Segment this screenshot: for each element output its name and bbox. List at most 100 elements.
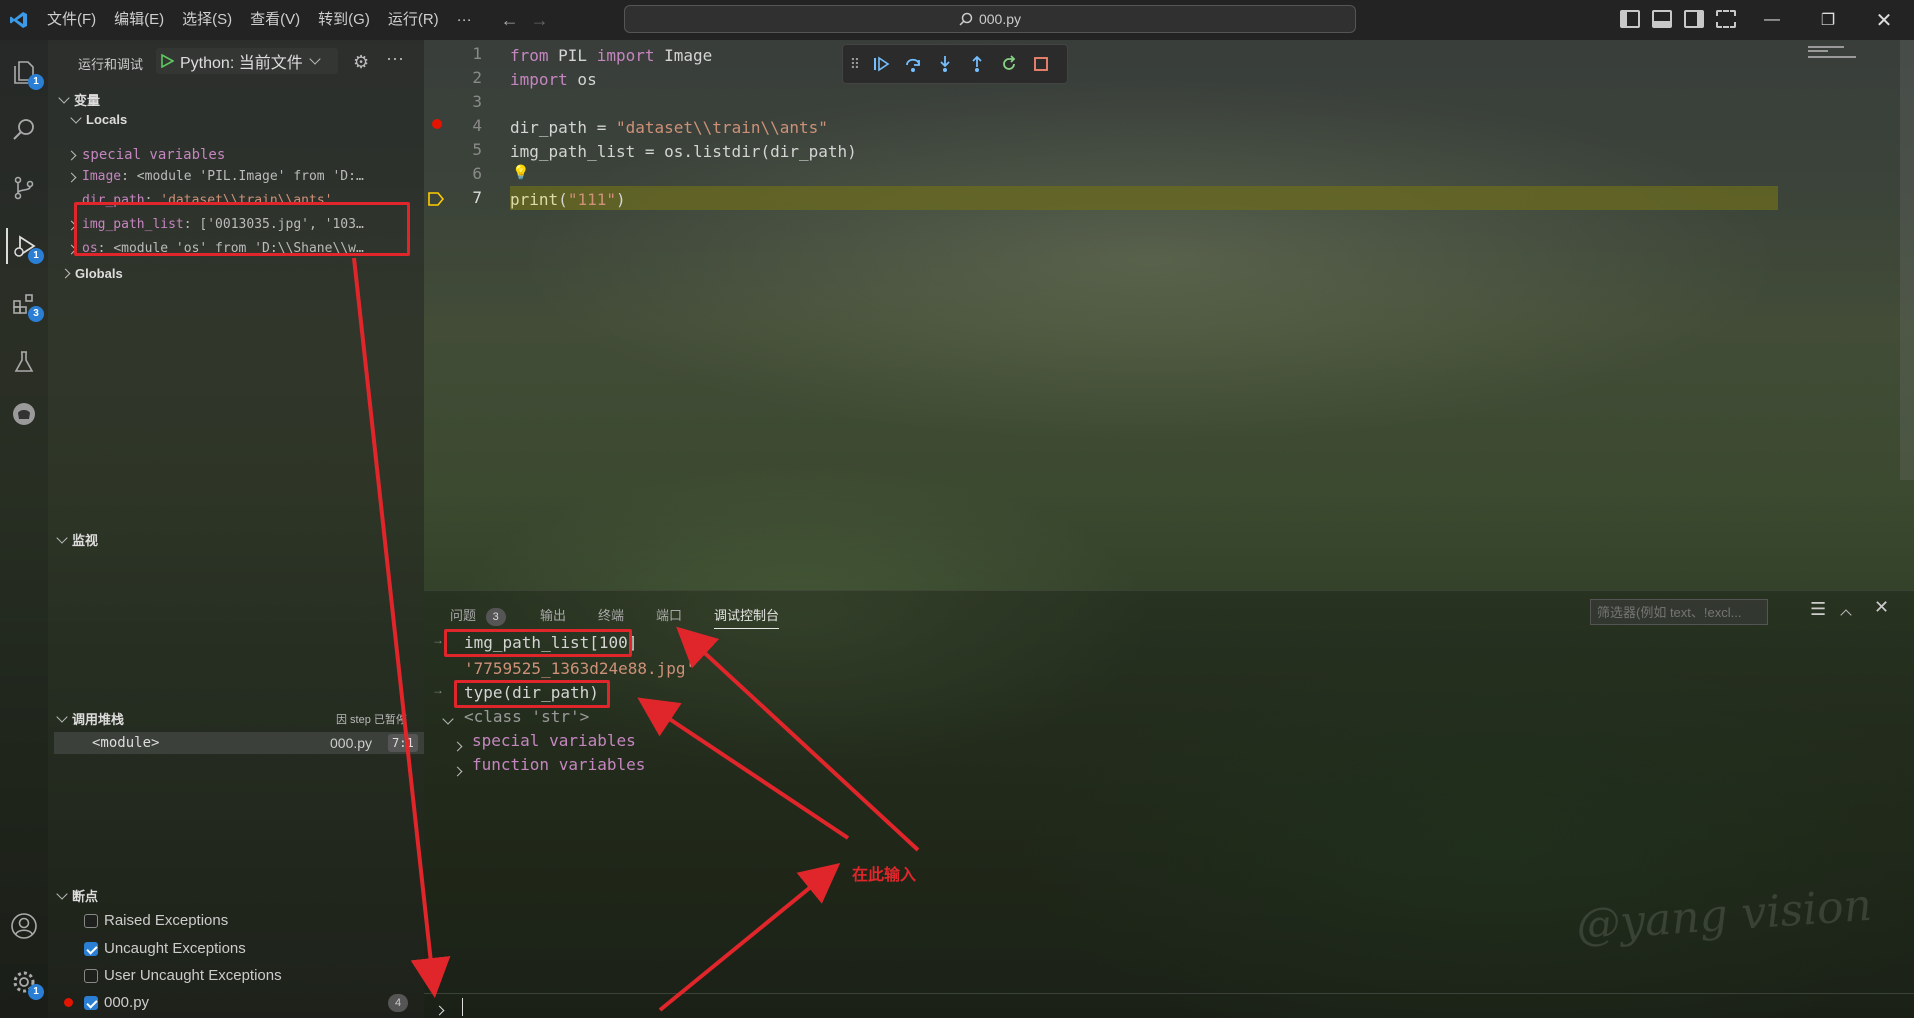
frame-file: 000.py bbox=[330, 735, 373, 751]
debug-toolbar: ⠿ bbox=[842, 44, 1068, 84]
menu-run[interactable]: 运行(R) bbox=[379, 0, 448, 40]
chevron-right-icon[interactable] bbox=[452, 763, 463, 778]
console-child-row[interactable]: function variables bbox=[472, 753, 645, 777]
code-line[interactable]: from PIL import Image bbox=[510, 44, 712, 68]
minimap[interactable] bbox=[1784, 40, 1896, 480]
close-panel-icon[interactable]: ✕ bbox=[1874, 597, 1889, 618]
debug-config-dropdown[interactable]: Python: 当前文件 bbox=[156, 48, 338, 74]
code-line[interactable]: img_path_list = os.listdir(dir_path) bbox=[510, 140, 857, 164]
breakpoint-uncaught[interactable]: Uncaught Exceptions bbox=[84, 940, 246, 957]
forward-arrow-icon[interactable]: → bbox=[525, 10, 555, 31]
code-token: img_path_list = os.listdir(dir_path) bbox=[510, 142, 857, 161]
callstack-section-header[interactable]: 调用堆栈 bbox=[56, 709, 124, 728]
console-input-area[interactable] bbox=[424, 993, 1914, 1018]
line-number: 7 bbox=[472, 188, 482, 207]
extensions-icon[interactable]: 3 bbox=[6, 286, 44, 322]
tab-debug-console[interactable]: 调试控制台 bbox=[714, 605, 780, 629]
toggle-panel-icon[interactable] bbox=[1652, 10, 1672, 28]
variable-value: <module 'PIL.Image' from 'D:… bbox=[136, 169, 364, 184]
back-arrow-icon[interactable]: ← bbox=[495, 10, 525, 31]
step-out-icon[interactable] bbox=[967, 54, 987, 74]
console-output-line: '7759525_1363d24e88.jpg' bbox=[464, 659, 696, 678]
console-child-row[interactable]: special variables bbox=[472, 729, 636, 753]
close-window-button[interactable]: ✕ bbox=[1856, 0, 1912, 40]
continue-icon[interactable] bbox=[871, 54, 891, 74]
maximize-panel-icon[interactable] bbox=[1840, 607, 1852, 622]
menu-go[interactable]: 转到(G) bbox=[309, 0, 379, 40]
menu-selection[interactable]: 选择(S) bbox=[173, 0, 241, 40]
command-center-search[interactable]: 000.py bbox=[624, 5, 1356, 33]
tab-terminal[interactable]: 终端 bbox=[598, 605, 624, 624]
breakpoint-user-uncaught[interactable]: User Uncaught Exceptions bbox=[84, 967, 282, 984]
breakpoints-title: 断点 bbox=[72, 889, 99, 904]
variable-row[interactable]: special variables bbox=[48, 144, 424, 166]
command-center-text: 000.py bbox=[978, 11, 1022, 27]
callstack-frame-row[interactable]: <module> 000.py 7:1 bbox=[54, 732, 424, 754]
text-cursor bbox=[462, 998, 463, 1016]
tab-problems[interactable]: 问题 3 bbox=[450, 605, 506, 626]
step-into-icon[interactable] bbox=[935, 54, 955, 74]
manage-gear-icon[interactable]: 1 bbox=[6, 964, 44, 1000]
locals-title: Locals bbox=[86, 112, 128, 127]
run-debug-icon[interactable]: 1 bbox=[6, 228, 44, 264]
globals-scope[interactable]: Globals bbox=[60, 266, 123, 281]
checkbox[interactable] bbox=[84, 969, 98, 984]
search-activity-icon[interactable] bbox=[6, 112, 42, 148]
toggle-secondary-sidebar-icon[interactable] bbox=[1684, 10, 1704, 28]
more-actions-icon[interactable]: ··· bbox=[386, 48, 404, 69]
watch-section-header[interactable]: 监视 bbox=[56, 530, 98, 549]
locals-scope[interactable]: Locals bbox=[70, 111, 128, 127]
code-line[interactable]: import os bbox=[510, 68, 597, 92]
step-over-icon[interactable] bbox=[903, 54, 923, 74]
breakpoints-section-header[interactable]: 断点 bbox=[56, 886, 99, 905]
checkbox-checked[interactable] bbox=[84, 996, 98, 1011]
source-control-icon[interactable] bbox=[6, 170, 42, 206]
minimize-button[interactable]: — bbox=[1744, 0, 1800, 40]
code-token: os bbox=[567, 70, 597, 89]
drag-handle-icon[interactable]: ⠿ bbox=[850, 54, 860, 74]
menu-file[interactable]: 文件(F) bbox=[38, 0, 105, 40]
vscode-logo-icon bbox=[0, 0, 38, 40]
checkbox-checked[interactable] bbox=[84, 942, 98, 957]
accounts-icon[interactable] bbox=[6, 908, 42, 944]
editor-scrollbar[interactable] bbox=[1900, 40, 1914, 480]
code-line[interactable]: dir_path = "dataset\\train\\ants" bbox=[510, 116, 828, 140]
restart-icon[interactable] bbox=[999, 54, 1019, 74]
title-bar: 文件(F) 编辑(E) 选择(S) 查看(V) 转到(G) 运行(R) ··· … bbox=[0, 0, 1914, 40]
chevron-right-icon[interactable] bbox=[452, 738, 463, 753]
checkbox[interactable] bbox=[84, 914, 98, 929]
stop-icon[interactable] bbox=[1031, 54, 1051, 74]
breakpoint-raised[interactable]: Raised Exceptions bbox=[84, 912, 228, 929]
customize-layout-icon[interactable] bbox=[1716, 10, 1736, 28]
toggle-sidebar-icon[interactable] bbox=[1620, 10, 1640, 28]
annotation-box-input1 bbox=[444, 629, 632, 657]
remote-explorer-icon[interactable] bbox=[6, 396, 42, 432]
clear-console-icon[interactable]: ☰ bbox=[1810, 599, 1826, 620]
menu-view[interactable]: 查看(V) bbox=[241, 0, 309, 40]
explorer-icon[interactable]: 1 bbox=[6, 54, 44, 90]
menu-edit[interactable]: 编辑(E) bbox=[105, 0, 173, 40]
variables-section-header[interactable]: 变量 bbox=[58, 90, 101, 109]
line-number: 4 bbox=[472, 116, 482, 135]
chevron-right-icon bbox=[66, 172, 77, 183]
chevron-down-icon[interactable] bbox=[442, 711, 454, 726]
tab-output[interactable]: 输出 bbox=[540, 605, 566, 624]
lightbulb-icon[interactable]: 💡 bbox=[512, 164, 529, 181]
testing-flask-icon[interactable] bbox=[6, 344, 42, 380]
variable-row[interactable]: Image: <module 'PIL.Image' from 'D:… bbox=[48, 166, 424, 188]
code-line[interactable]: print("111") bbox=[510, 188, 626, 212]
variables-title: 变量 bbox=[74, 93, 101, 108]
chevron-right-icon bbox=[60, 268, 71, 279]
menu-more[interactable]: ··· bbox=[448, 0, 481, 40]
breakpoint-count-badge: 4 bbox=[388, 994, 408, 1012]
annotation-box-variables bbox=[74, 202, 410, 256]
debug-settings-gear-icon[interactable]: ⚙ bbox=[353, 52, 369, 73]
console-filter-input[interactable] bbox=[1590, 599, 1768, 625]
start-debug-icon[interactable] bbox=[160, 54, 174, 68]
restore-button[interactable]: ❐ bbox=[1800, 0, 1856, 40]
chevron-down-icon bbox=[309, 53, 321, 65]
code-editor[interactable]: 💡 1 from PIL import Image 2 import os 3 4 dir_… bbox=[424, 40, 1914, 590]
console-output-line[interactable]: <class 'str'> bbox=[464, 705, 589, 729]
annotation-box-input2 bbox=[454, 680, 610, 708]
tab-ports[interactable]: 端口 bbox=[656, 605, 682, 624]
